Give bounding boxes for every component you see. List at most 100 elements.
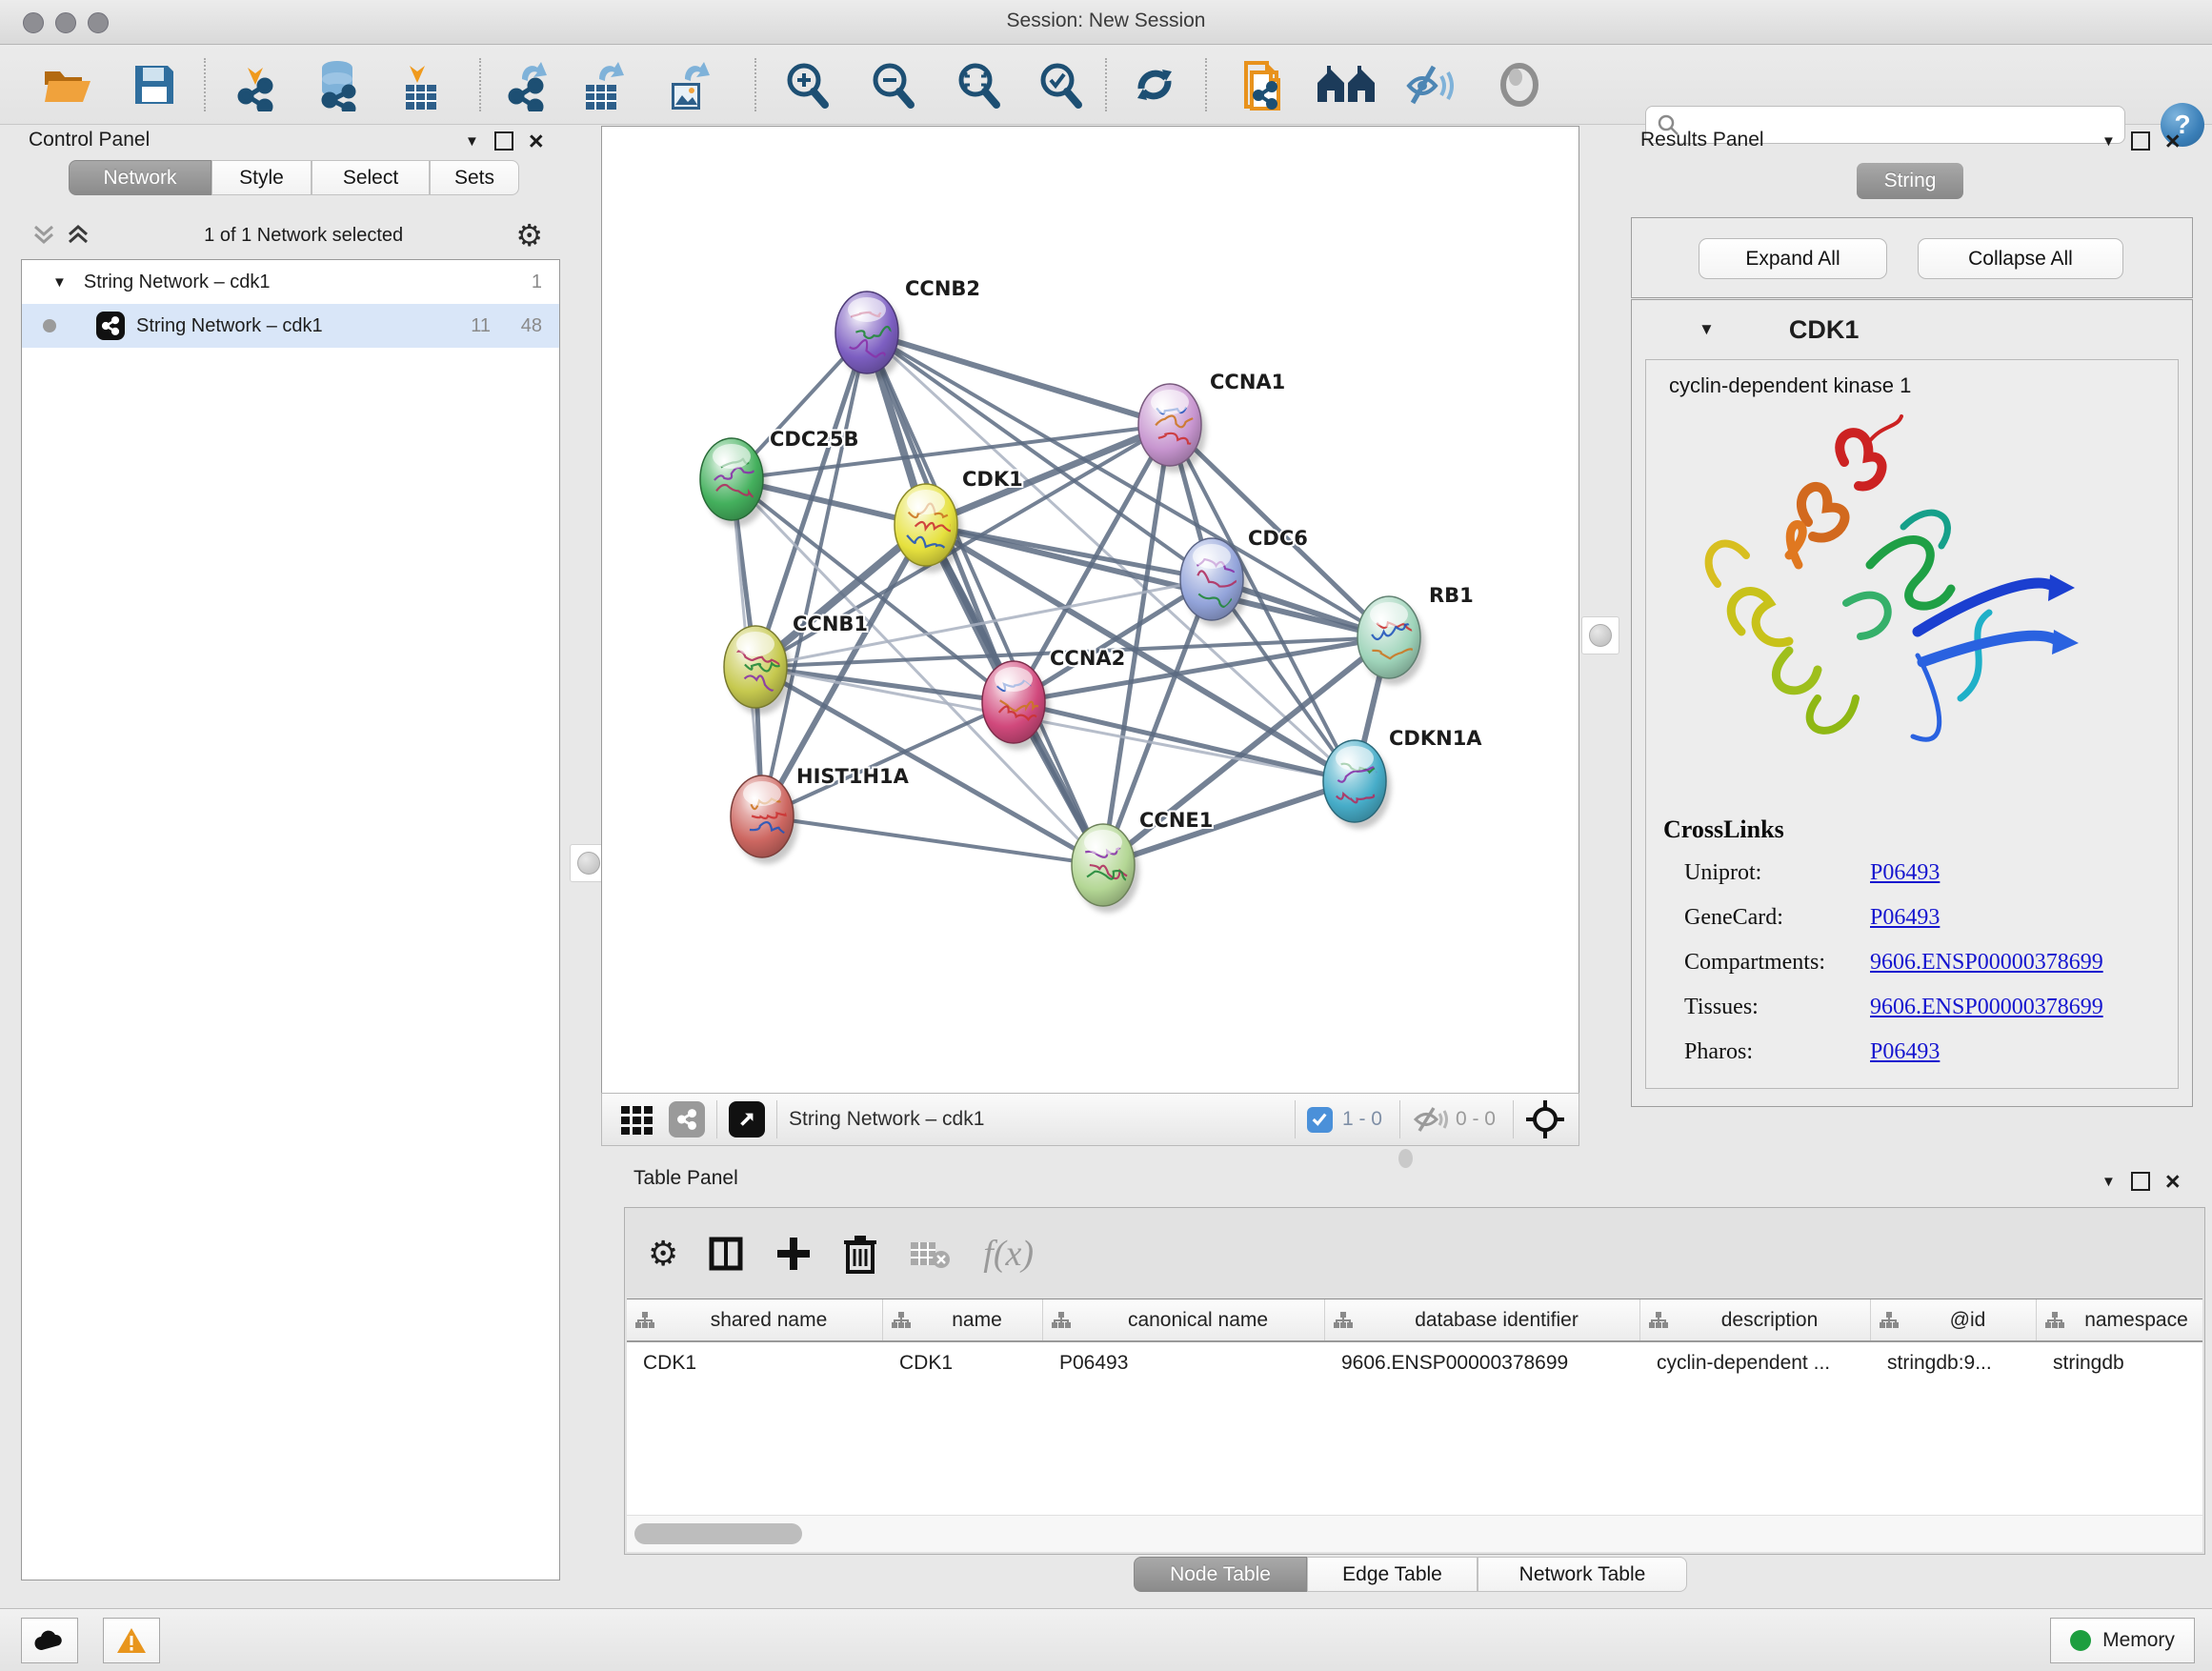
tab-network[interactable]: Network xyxy=(69,160,211,195)
panel-collapse-icon[interactable]: ▼ xyxy=(2101,133,2116,150)
grid-view-icon[interactable] xyxy=(617,1100,655,1138)
tab-sets[interactable]: Sets xyxy=(430,160,519,195)
save-session-button[interactable] xyxy=(131,62,177,108)
table-header-cell[interactable]: description xyxy=(1640,1299,1871,1340)
warning-button[interactable] xyxy=(103,1618,160,1663)
panel-collapse-icon[interactable]: ▼ xyxy=(465,133,479,150)
table-settings-gear-icon[interactable]: ⚙ xyxy=(648,1234,678,1274)
node-label-ccnb2: CCNB2 xyxy=(905,277,980,300)
network-node-rb1[interactable] xyxy=(1357,596,1425,685)
expand-all-icon[interactable] xyxy=(65,222,91,249)
network-node-cdkn1a[interactable] xyxy=(1323,740,1391,829)
control-panel-window-controls: ▼ × xyxy=(465,131,544,151)
delete-column-icon[interactable] xyxy=(842,1234,878,1274)
network-tree-child-row[interactable]: String Network – cdk1 11 48 xyxy=(22,304,559,348)
crosslinks-title: CrossLinks xyxy=(1663,815,1784,844)
section-collapse-icon[interactable]: ▼ xyxy=(1699,320,1715,339)
detach-view-icon[interactable] xyxy=(729,1101,765,1137)
zoom-selected-button[interactable] xyxy=(1035,59,1086,111)
crosslink-value-link[interactable]: 9606.ENSP00000378699 xyxy=(1870,950,2103,976)
right-splitter-handle[interactable] xyxy=(1581,616,1619,654)
panel-close-icon[interactable]: × xyxy=(2165,133,2181,149)
table-header-cell[interactable]: shared name xyxy=(627,1299,883,1340)
export-image-button[interactable] xyxy=(664,58,714,111)
table-header-cell[interactable]: database identifier xyxy=(1325,1299,1640,1340)
network-node-ccne1[interactable] xyxy=(1072,824,1141,913)
node-label-cdc25b: CDC25B xyxy=(770,428,859,451)
glass-ball-button[interactable] xyxy=(1497,62,1542,108)
network-view-title: String Network – cdk1 xyxy=(789,1108,984,1131)
network-overview-icon[interactable] xyxy=(669,1101,705,1137)
crosslink-value-link[interactable]: 9606.ENSP00000378699 xyxy=(1870,995,2103,1020)
network-edge[interactable] xyxy=(1014,702,1355,781)
selected-checkbox-icon[interactable] xyxy=(1307,1107,1333,1133)
network-edge[interactable] xyxy=(762,816,1103,865)
crosslink-value-link[interactable]: P06493 xyxy=(1870,905,1940,931)
panel-close-icon[interactable]: × xyxy=(529,133,544,149)
column-tree-icon xyxy=(634,1311,655,1330)
toolbar-separator xyxy=(479,58,481,111)
tab-network-table[interactable]: Network Table xyxy=(1478,1557,1687,1592)
string-home-button[interactable] xyxy=(1316,62,1377,108)
network-tree-root-row[interactable]: ▼ String Network – cdk1 1 xyxy=(22,260,559,304)
table-panel-title: Table Panel xyxy=(633,1167,738,1190)
export-table-icon xyxy=(578,58,628,111)
tree-expand-icon[interactable]: ▼ xyxy=(52,274,67,291)
clone-network-button[interactable] xyxy=(1240,57,1290,112)
document-network-icon xyxy=(1240,57,1290,112)
network-node-ccnb2[interactable] xyxy=(835,292,903,380)
panel-collapse-icon[interactable]: ▼ xyxy=(2101,1174,2116,1190)
collapse-all-button[interactable]: Collapse All xyxy=(1918,238,2123,279)
panel-float-icon[interactable] xyxy=(494,131,513,151)
network-node-ccna2[interactable] xyxy=(982,661,1052,750)
tab-string[interactable]: String xyxy=(1857,163,1963,199)
add-column-icon[interactable] xyxy=(775,1236,812,1272)
cloud-button[interactable] xyxy=(21,1618,78,1663)
zoom-in-button[interactable] xyxy=(781,59,833,111)
scrollbar-thumb[interactable] xyxy=(634,1523,802,1544)
network-edge[interactable] xyxy=(762,702,1014,816)
import-network-database-button[interactable] xyxy=(312,58,366,111)
collapse-all-icon[interactable] xyxy=(30,222,57,249)
column-tree-icon xyxy=(1051,1311,1072,1330)
export-table-button[interactable] xyxy=(578,58,628,111)
tab-edge-table[interactable]: Edge Table xyxy=(1307,1557,1478,1592)
zoom-fit-button[interactable] xyxy=(953,59,1004,111)
open-session-button[interactable] xyxy=(41,62,94,108)
tab-node-table[interactable]: Node Table xyxy=(1134,1557,1307,1592)
gene-section-header[interactable]: ▼ CDK1 xyxy=(1632,300,2192,359)
import-network-file-button[interactable] xyxy=(234,58,284,111)
table-cell: CDK1 xyxy=(883,1352,1043,1375)
refresh-view-button[interactable] xyxy=(1130,60,1179,110)
network-edge[interactable] xyxy=(867,332,1170,425)
show-columns-icon[interactable] xyxy=(707,1235,745,1273)
table-header-cell[interactable]: canonical name xyxy=(1043,1299,1325,1340)
table-header-cell[interactable]: namespace xyxy=(2037,1299,2202,1340)
table-row[interactable]: CDK1CDK1P064939606.ENSP00000378699cyclin… xyxy=(627,1342,2202,1384)
table-header-cell[interactable]: name xyxy=(883,1299,1043,1340)
expand-all-button[interactable]: Expand All xyxy=(1699,238,1887,279)
import-table-button[interactable] xyxy=(398,58,444,111)
crosslink-value-link[interactable]: P06493 xyxy=(1870,1039,1940,1065)
network-edge[interactable] xyxy=(867,332,1389,637)
panel-float-icon[interactable] xyxy=(2131,1172,2150,1191)
crosslink-value-link[interactable]: P06493 xyxy=(1870,860,1940,886)
network-edge[interactable] xyxy=(755,667,1355,781)
table-panel: Table Panel ▼ × ⚙ xyxy=(600,1164,2212,1608)
hide-labels-button[interactable] xyxy=(1403,61,1457,109)
birds-eye-icon[interactable] xyxy=(1525,1099,1565,1139)
table-header-cell[interactable]: @id xyxy=(1871,1299,2037,1340)
tab-select[interactable]: Select xyxy=(312,160,430,195)
zoom-out-button[interactable] xyxy=(867,59,918,111)
network-view-canvas[interactable]: CCNB2CCNA1CDC25BCDK1CDC6RB1CCNB1CCNA2CDK… xyxy=(601,126,1579,1094)
memory-button[interactable]: Memory xyxy=(2050,1618,2195,1663)
hidden-eye-icon[interactable] xyxy=(1412,1105,1448,1134)
network-node-hist1h1a[interactable] xyxy=(731,775,804,864)
export-network-button[interactable] xyxy=(505,58,554,111)
results-panel-title: Results Panel xyxy=(1640,129,1764,151)
panel-close-icon[interactable]: × xyxy=(2165,1174,2181,1189)
gear-icon[interactable]: ⚙ xyxy=(515,217,543,253)
table-horizontal-scrollbar[interactable] xyxy=(627,1515,2202,1552)
tab-style[interactable]: Style xyxy=(211,160,312,195)
panel-float-icon[interactable] xyxy=(2131,131,2150,151)
